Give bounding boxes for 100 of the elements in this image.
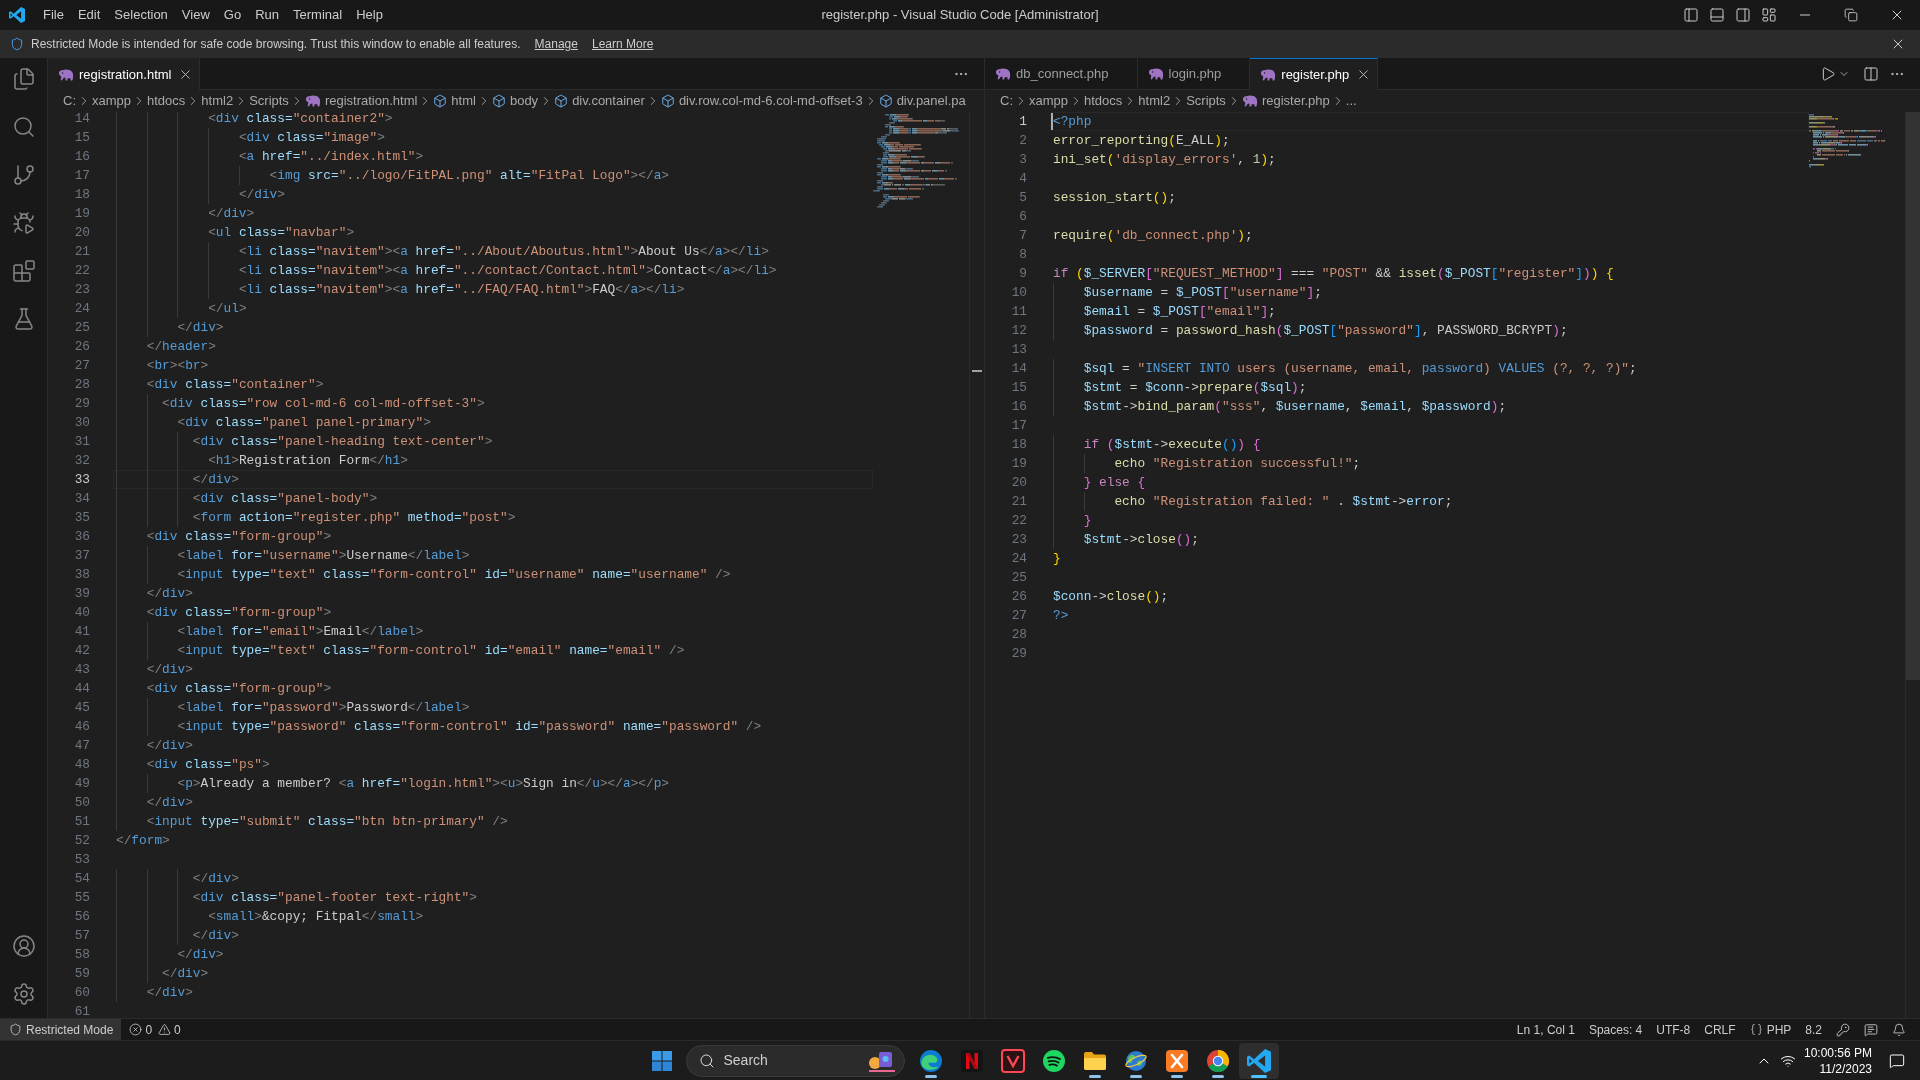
editor-tab[interactable]: register.php (1250, 58, 1379, 90)
panel-bottom-icon[interactable] (1709, 7, 1725, 23)
breadcrumb-item[interactable]: html (433, 91, 476, 111)
elephant-icon (1260, 68, 1277, 81)
breadcrumb-item[interactable]: Scripts (249, 91, 289, 111)
minimap[interactable] (873, 114, 959, 208)
line-number: 25 (73, 319, 90, 337)
banner-link[interactable]: Learn More (591, 35, 654, 53)
code-line: <p>Already a member? <a href="login.html"><u>Sign in</u></a></p> (177, 776, 670, 791)
menu-item[interactable]: File (36, 4, 71, 26)
start-icon[interactable] (651, 1050, 672, 1071)
running-indicator (1170, 1074, 1183, 1078)
code-line: <label for="password">Password</label> (177, 700, 470, 715)
restore-icon[interactable] (1844, 8, 1858, 22)
code-line: session_start(); (1053, 190, 1176, 205)
breadcrumb-item[interactable]: ... (1345, 91, 1357, 111)
status-item[interactable]: Spaces: 4 (1581, 1019, 1650, 1040)
code-line: ?> (1053, 608, 1069, 623)
code-line: if ($_SERVER["REQUEST_METHOD"] === "POST" && isset($_POST["register"])) { (1053, 266, 1614, 281)
breadcrumb-item[interactable]: xampp (1029, 91, 1069, 111)
app-logo-icon[interactable] (1246, 1048, 1271, 1073)
menu-item[interactable]: Edit (70, 4, 108, 26)
breadcrumb-item[interactable]: div.row.col-md-6.col-md-offset-3 (660, 91, 863, 111)
menu-item[interactable]: Help (349, 4, 390, 26)
search-icon[interactable] (698, 1052, 715, 1069)
breadcrumb-item[interactable]: register.php (1241, 91, 1330, 111)
editor-tab[interactable]: login.php (1137, 58, 1251, 90)
line-number: 14 (1010, 360, 1027, 378)
status-item[interactable]: CRLF (1697, 1019, 1743, 1040)
line-number: 37 (73, 547, 90, 565)
breadcrumb-item[interactable]: C: (1000, 91, 1013, 111)
line-number: 24 (73, 300, 90, 318)
line-number: 29 (73, 395, 90, 413)
minimap[interactable] (1809, 114, 1885, 168)
menu-item[interactable]: Selection (107, 4, 175, 26)
breadcrumb-item[interactable]: htdocs (1084, 91, 1123, 111)
line-number: 12 (1010, 322, 1027, 340)
split-editor-icon[interactable] (1863, 65, 1879, 82)
line-number: 21 (73, 243, 90, 261)
files-icon[interactable] (11, 67, 36, 91)
code-line: echo "Registration failed: " . $stmt->error; (1114, 494, 1453, 509)
banner-link[interactable]: Manage (534, 35, 578, 53)
play-icon[interactable] (1820, 65, 1836, 82)
close-icon[interactable] (178, 67, 193, 82)
search-icon[interactable] (11, 115, 36, 139)
settings-icon[interactable] (11, 982, 36, 1006)
line-number: 29 (1010, 645, 1027, 663)
taskbar-button[interactable] (1238, 1042, 1279, 1079)
menu-item[interactable]: Run (248, 4, 286, 26)
swirl-icon (918, 1048, 943, 1073)
status-item[interactable]: UTF-8 (1649, 1019, 1698, 1040)
clock-date[interactable]: 11/2/2023 (1819, 1060, 1872, 1077)
warning-icon (158, 1023, 172, 1036)
breadcrumb-item[interactable]: html2 (1138, 91, 1171, 111)
line-number: 38 (73, 566, 90, 584)
menu-item[interactable]: Terminal (286, 4, 350, 26)
line-number: 22 (73, 262, 90, 280)
menu-item[interactable]: View (174, 4, 217, 26)
code-line: </div> (177, 320, 224, 335)
line-number: 48 (73, 756, 90, 774)
line-number: 25 (1010, 569, 1027, 587)
breadcrumb-item[interactable]: xampp (92, 91, 132, 111)
breadcrumb-item[interactable]: div.panel.pa (878, 91, 966, 111)
editor-tab[interactable]: db_connect.php (985, 58, 1138, 90)
shield-icon (9, 1023, 22, 1036)
layout-icon[interactable] (1761, 7, 1777, 23)
play-bug-icon[interactable] (11, 211, 36, 235)
line-number: 61 (73, 1003, 90, 1018)
notifications-icon[interactable] (1892, 1022, 1906, 1037)
line-number: 27 (1010, 607, 1027, 625)
x-tile-icon (1164, 1048, 1189, 1073)
running-indicator (924, 1074, 937, 1078)
restricted-mode-indicator[interactable]: Restricted Mode (0, 1019, 122, 1040)
status-item[interactable]: Ln 1, Col 1 (1509, 1019, 1582, 1040)
status-item[interactable]: 8.2 (1798, 1019, 1829, 1040)
search-field[interactable]: Search (685, 1044, 905, 1077)
breadcrumb-item[interactable]: body (491, 91, 539, 111)
breadcrumb-item[interactable]: htdocs (147, 91, 186, 111)
shield-icon (10, 37, 24, 51)
editor-tab[interactable]: registration.html (48, 58, 201, 90)
menu-item[interactable]: Go (216, 4, 249, 26)
blocks-icon[interactable] (11, 259, 36, 283)
status-item[interactable]: PHP (1742, 1019, 1799, 1040)
breadcrumb-item[interactable]: div.container (554, 91, 645, 111)
app-logo-icon[interactable] (9, 7, 25, 23)
breadcrumb-item[interactable]: Scripts (1186, 91, 1226, 111)
panel-left-icon[interactable] (1683, 7, 1699, 23)
problems-indicator[interactable]: 0 0 (121, 1019, 189, 1040)
key-icon[interactable] (1836, 1022, 1850, 1037)
notification-icon[interactable] (1889, 1052, 1905, 1069)
clock-time[interactable]: 10:00:56 PM (1803, 1044, 1872, 1061)
elephant-icon (995, 68, 1011, 80)
account-icon[interactable] (11, 934, 36, 958)
panel-right-icon[interactable] (1735, 7, 1751, 23)
branch-icon[interactable] (11, 163, 36, 187)
code-line: <div class="panel-heading text-center"> (192, 434, 493, 449)
breadcrumb-item[interactable]: registration.html (304, 91, 418, 111)
feedback-icon[interactable] (1864, 1022, 1878, 1037)
breadcrumb-item[interactable]: C: (63, 91, 76, 111)
breadcrumb-item[interactable]: html2 (201, 91, 234, 111)
